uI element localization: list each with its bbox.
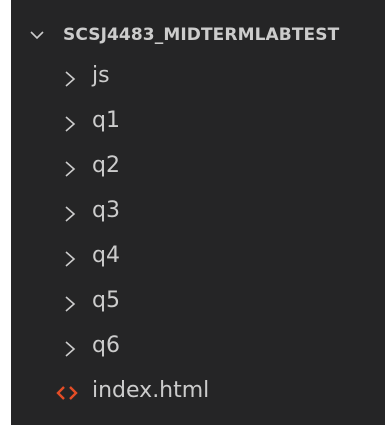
folder-label: q2 bbox=[92, 153, 120, 178]
chevron-right-icon[interactable] bbox=[63, 115, 77, 133]
folder-label: q4 bbox=[92, 243, 120, 268]
chevron-right-icon[interactable] bbox=[63, 295, 77, 313]
folder-q1[interactable]: q1 bbox=[11, 102, 385, 146]
folder-q5[interactable]: q5 bbox=[11, 282, 385, 326]
folder-label: q3 bbox=[92, 198, 120, 223]
folder-label: q1 bbox=[92, 108, 120, 133]
folder-q4[interactable]: q4 bbox=[11, 237, 385, 281]
project-header[interactable]: SCSJ4483_MIDTERMLABTEST bbox=[11, 20, 385, 50]
folder-js[interactable]: js bbox=[11, 57, 385, 101]
folder-q3[interactable]: q3 bbox=[11, 192, 385, 236]
project-title: SCSJ4483_MIDTERMLABTEST bbox=[63, 25, 340, 45]
html-file-icon bbox=[56, 386, 78, 400]
explorer-panel: SCSJ4483_MIDTERMLABTEST js q1 q2 q3 q4 q… bbox=[11, 0, 385, 425]
folder-label: js bbox=[92, 63, 110, 88]
folder-label: q6 bbox=[92, 333, 120, 358]
folder-q2[interactable]: q2 bbox=[11, 147, 385, 191]
chevron-down-icon[interactable] bbox=[29, 27, 45, 43]
chevron-right-icon[interactable] bbox=[63, 340, 77, 358]
chevron-right-icon[interactable] bbox=[63, 205, 77, 223]
folder-q6[interactable]: q6 bbox=[11, 327, 385, 371]
chevron-right-icon[interactable] bbox=[63, 160, 77, 178]
chevron-right-icon[interactable] bbox=[63, 250, 77, 268]
folder-label: q5 bbox=[92, 288, 120, 313]
chevron-right-icon[interactable] bbox=[63, 70, 77, 88]
file-index-html[interactable]: index.html bbox=[11, 372, 385, 416]
file-label: index.html bbox=[92, 378, 210, 403]
